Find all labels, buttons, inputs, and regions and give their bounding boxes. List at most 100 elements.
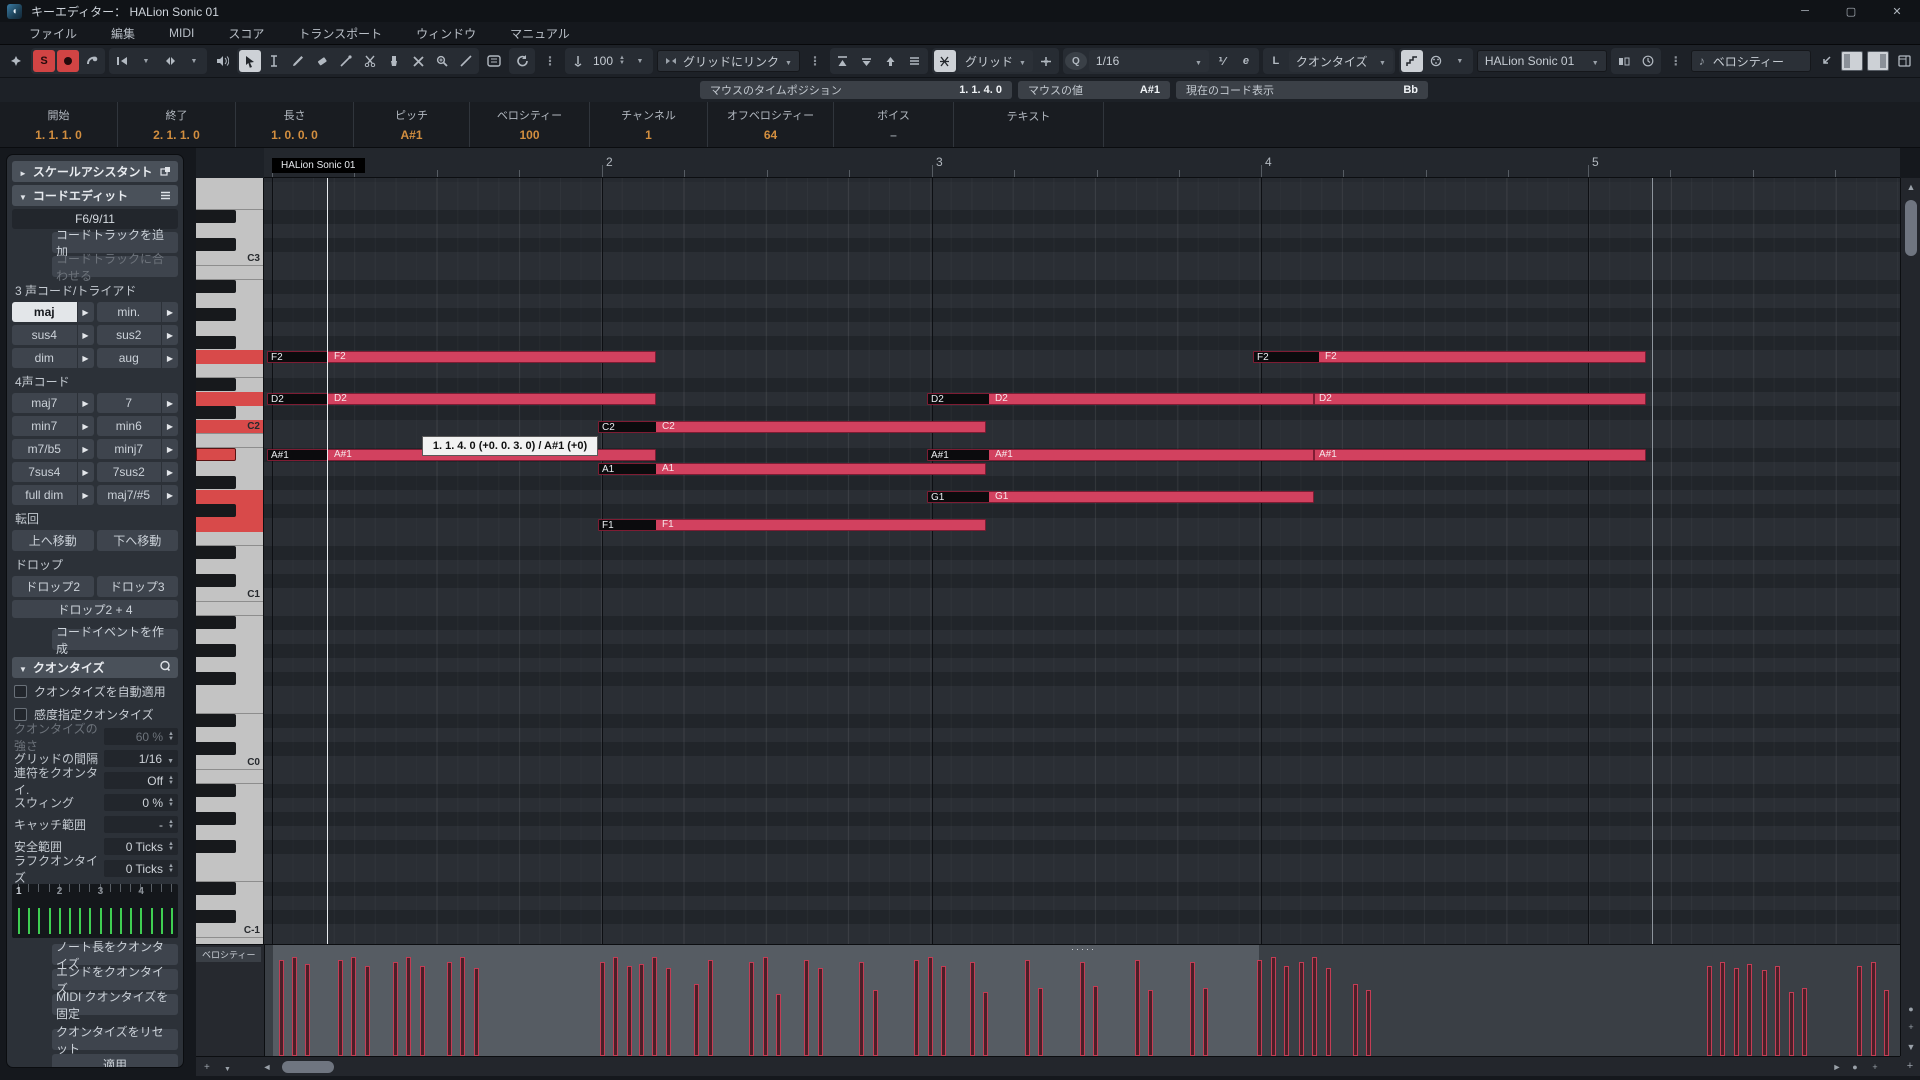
menu-item-ウィンドウ[interactable]: ウィンドウ (399, 22, 493, 44)
piano-key-E2[interactable] (196, 364, 263, 378)
velocity-bar[interactable] (1734, 968, 1739, 1056)
black-key[interactable] (196, 378, 236, 391)
velocity-bar[interactable] (1093, 986, 1098, 1056)
section-chord-editing[interactable]: コードエディット (12, 185, 178, 206)
velocity-bar[interactable] (873, 990, 878, 1056)
line-tool[interactable] (455, 50, 477, 72)
loop-button[interactable] (511, 50, 533, 72)
independent-track-loop-button[interactable] (483, 50, 505, 72)
velocity-bar[interactable] (1299, 962, 1304, 1056)
piano-key-B-1[interactable] (196, 770, 263, 784)
step-input-button[interactable] (1401, 50, 1423, 72)
velocity-bar[interactable] (338, 960, 343, 1056)
chord-type-button-full dim[interactable]: full dim (12, 485, 94, 505)
piano-key-G#0[interactable] (196, 644, 263, 658)
velocity-bar[interactable] (393, 962, 398, 1056)
velocity-bar[interactable] (1038, 988, 1043, 1056)
piano-key-A-1[interactable] (196, 798, 263, 812)
menu-item-編集[interactable]: 編集 (94, 22, 152, 44)
velocity-editor[interactable]: ····· (264, 945, 1900, 1056)
insert-velocity-spinner[interactable] (619, 56, 625, 66)
velocity-bar[interactable] (474, 968, 479, 1056)
piano-key-C#1[interactable] (196, 574, 263, 588)
part-editing-mode-button[interactable] (159, 50, 181, 72)
quantize-row-連符をクオンタイ.[interactable]: 連符をクオンタイ.Off (12, 771, 178, 790)
black-key[interactable] (196, 546, 236, 559)
chord-play-icon[interactable] (77, 485, 94, 505)
nudge-end-right-button[interactable] (856, 50, 878, 72)
open-in-lower-zone-button[interactable] (1815, 50, 1837, 72)
piano-key-C#0[interactable] (196, 742, 263, 756)
piano-key-D#-1[interactable] (196, 882, 263, 896)
split-scissors-tool[interactable] (359, 50, 381, 72)
nudge-mode-select[interactable]: グリッドにリンク (657, 50, 800, 72)
chord-play-icon[interactable] (77, 416, 94, 436)
track-name-tab[interactable]: HALion Sonic 01 (272, 158, 365, 173)
chord-type-button-sus2[interactable]: sus2 (97, 325, 179, 345)
popout-icon[interactable] (160, 165, 171, 179)
drop24-button[interactable]: ドロップ2 + 4 (12, 600, 178, 618)
velocity-bar[interactable] (1080, 962, 1085, 1056)
piano-key-C0[interactable]: C0 (196, 756, 263, 770)
move-up-button[interactable]: 上へ移動 (12, 530, 94, 551)
timeline-ruler[interactable]: HALion Sonic 01 2345 (264, 148, 1900, 178)
info-column-ピッチ[interactable]: ピッチA#1 (354, 102, 470, 147)
vertical-scrollbar[interactable]: ▲ ● + ▼ (1900, 178, 1920, 1056)
black-key[interactable] (196, 742, 236, 755)
midi-note-F2[interactable]: F2F2 (267, 351, 656, 363)
chord-type-button-m7/b5[interactable]: m7/b5 (12, 439, 94, 459)
piano-key-G#1[interactable] (196, 476, 263, 490)
chord-type-button-minj7[interactable]: minj7 (97, 439, 179, 459)
velocity-lane-label[interactable]: ベロシティー (196, 947, 261, 962)
right-zone-toggle[interactable] (1867, 51, 1889, 71)
chord-play-icon[interactable] (161, 416, 178, 436)
part-editing-options-dropdown[interactable] (183, 50, 205, 72)
horizontal-scrollbar[interactable]: + ▼ ◄ ► ● + (196, 1056, 1900, 1076)
chord-type-button-min7[interactable]: min7 (12, 416, 94, 436)
quantize-action-適用[interactable]: 適用 (52, 1054, 178, 1068)
info-column-ボイス[interactable]: ボイス– (834, 102, 954, 147)
maximize-button[interactable]: ▢ (1828, 0, 1874, 22)
chord-play-icon[interactable] (77, 439, 94, 459)
midi-note-F2[interactable]: F2F2 (1253, 351, 1646, 363)
chord-type-button-sus4[interactable]: sus4 (12, 325, 94, 345)
velocity-bar[interactable] (279, 960, 284, 1056)
velocity-bar[interactable] (1720, 962, 1725, 1056)
show-note-expression-button[interactable] (1613, 50, 1635, 72)
chord-play-icon[interactable] (77, 325, 94, 345)
step-input-dropdown[interactable] (1449, 50, 1471, 72)
vzoom-in-button[interactable]: + (1901, 1018, 1920, 1036)
black-key[interactable] (196, 406, 236, 419)
chord-play-icon[interactable] (161, 462, 178, 482)
hamburger-icon[interactable] (160, 189, 171, 203)
lane-resize-grip[interactable]: ····· (1071, 945, 1096, 954)
speaker-icon-button[interactable] (211, 50, 233, 72)
velocity-bar[interactable] (351, 957, 356, 1056)
piano-key-A#-1[interactable] (196, 784, 263, 798)
black-key[interactable] (196, 910, 236, 923)
spinner-icon[interactable] (168, 864, 174, 874)
autoscroll-button[interactable] (111, 50, 133, 72)
quantize-row-value-box[interactable]: 0 Ticks (104, 838, 178, 855)
chord-type-button-dim[interactable]: dim (12, 348, 94, 368)
trim-tool[interactable] (335, 50, 357, 72)
piano-keyboard[interactable]: C3C2C1C0C-1 (196, 178, 264, 944)
minimize-button[interactable]: ─ (1782, 0, 1828, 22)
note-grid[interactable]: F2F2D2D2A#1A#1C2C2A1A1F1F1D2D2A#1A#1G1G1… (264, 178, 1900, 944)
chord-play-icon[interactable] (161, 393, 178, 413)
velocity-bar[interactable] (1025, 960, 1030, 1056)
solo-button[interactable]: S (33, 50, 55, 72)
midi-note-D2[interactable]: D2D2 (927, 393, 1314, 405)
piano-key-A1[interactable] (196, 462, 263, 476)
nudge-menu-button[interactable] (904, 50, 926, 72)
black-key[interactable] (196, 504, 236, 517)
piano-key-G#-1[interactable] (196, 812, 263, 826)
dropdown-icon[interactable] (167, 752, 174, 766)
info-column-テキスト[interactable]: テキスト (954, 102, 1104, 147)
iterative-quantize-button[interactable]: ⅟ (1211, 50, 1233, 72)
spinner-icon[interactable] (168, 776, 174, 786)
zoom-tool[interactable] (431, 50, 453, 72)
midi-note-D2[interactable]: D2 (1314, 393, 1646, 405)
piano-key-E1[interactable] (196, 532, 263, 546)
quantize-action-MIDI クオンタイズを固定[interactable]: MIDI クオンタイズを固定 (52, 994, 178, 1015)
